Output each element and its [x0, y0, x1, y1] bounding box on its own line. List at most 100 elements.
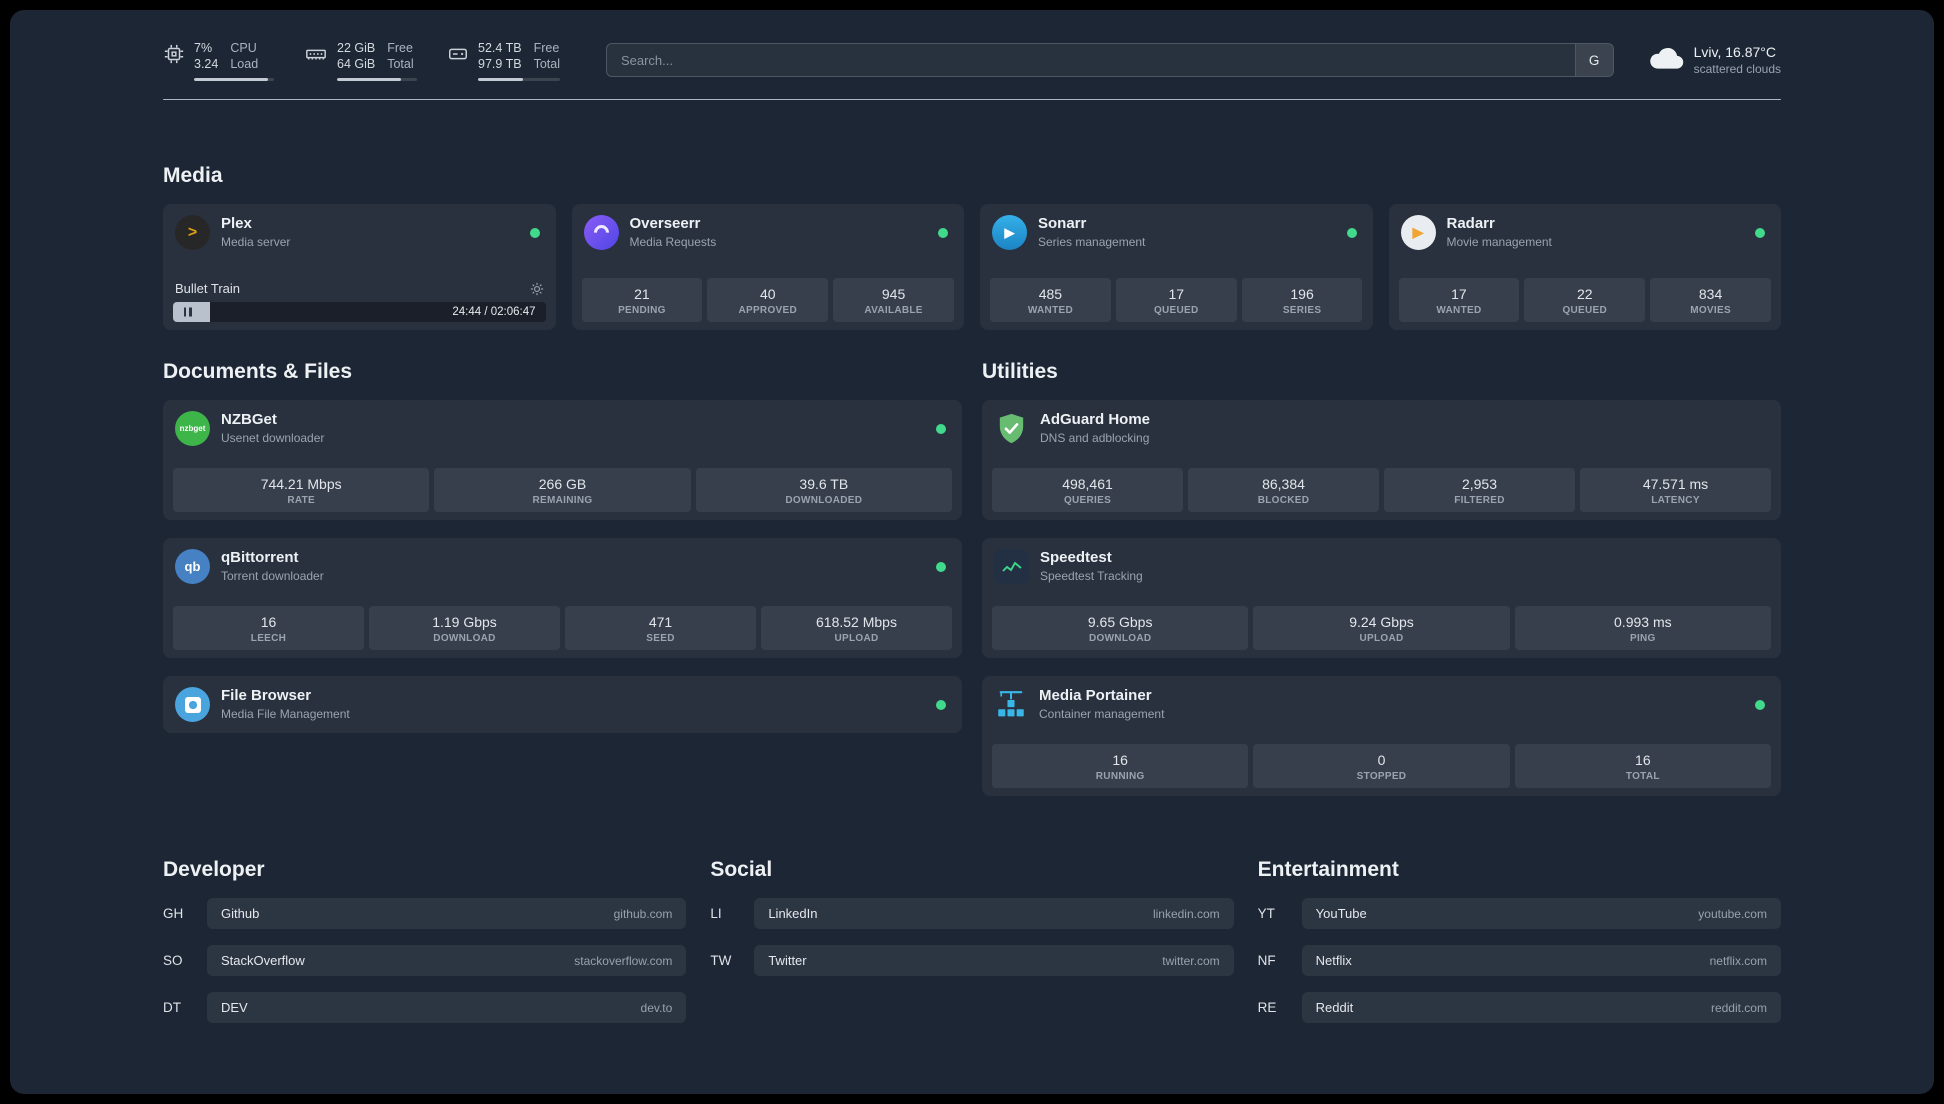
weather-condition: scattered clouds [1693, 62, 1781, 77]
bookmark-domain: youtube.com [1698, 906, 1767, 921]
bookmark-domain: github.com [613, 906, 673, 921]
overseerr-icon [583, 215, 619, 251]
stat-tile: 2,953 FILTERED [1384, 467, 1575, 512]
search-input[interactable] [606, 44, 1575, 77]
section-utilities: Utilities AdGuard Home DNS and adblockin… [982, 360, 1781, 796]
bookmark-group-developer: Developer GH Github github.com SO StackO… [163, 858, 687, 1023]
service-name: qBittorrent [221, 549, 299, 566]
dashboard: 7% 3.24 CPU Load 22 GiB 64 GiB Free Tota… [10, 10, 1934, 1094]
cloud-icon [1648, 45, 1684, 76]
service-desc: Container management [1039, 706, 1165, 721]
bookmark-abbr: LI [710, 906, 722, 921]
memory-progress-bar [337, 77, 417, 81]
service-card-nzbget[interactable]: nzbget NZBGet Usenet downloader 744.21 M… [163, 400, 962, 520]
bookmark-link-dev[interactable]: DEV dev.to [207, 992, 687, 1023]
service-card-sonarr[interactable]: ▶ Sonarr Series management 485 WANTED 17 Q… [980, 204, 1373, 330]
bookmark-youtube: YT YouTube youtube.com [1258, 898, 1781, 929]
service-card-plex[interactable]: > Plex Media server Bullet Train 24:44 /… [163, 204, 556, 330]
disk-widget: 52.4 TB 97.9 TB Free Total [447, 40, 560, 81]
bookmark-domain: dev.to [640, 1000, 673, 1015]
section-title-documents: Documents & Files [163, 360, 353, 383]
service-card-adguard[interactable]: AdGuard Home DNS and adblocking 498,461 Q… [982, 400, 1781, 520]
service-name: Speedtest [1040, 549, 1112, 566]
stat-tile: 485 WANTED [990, 277, 1111, 322]
weather-widget: Lviv, 16.87°C scattered clouds [1648, 44, 1781, 76]
stat-tile: 16 RUNNING [992, 743, 1249, 788]
plex-icon: > [175, 215, 210, 251]
radarr-icon: ▶ [1400, 215, 1436, 251]
stat-tile: 39.6 TB DOWNLOADED [695, 467, 952, 512]
service-card-qbittorrent[interactable]: qb qBittorrent Torrent downloader 16 LEEC… [163, 538, 962, 658]
section-title-social: Social [710, 858, 773, 881]
service-desc: Usenet downloader [221, 430, 325, 445]
service-name: Plex [221, 215, 252, 232]
service-name: Media Portainer [1039, 687, 1152, 704]
service-card-overseerr[interactable]: Overseerr Media Requests 21 PENDING 40 APP… [571, 204, 964, 330]
nzbget-icon: nzbget [175, 411, 210, 447]
bookmark-domain: stackoverflow.com [574, 953, 673, 968]
portainer-crane-icon [994, 688, 1028, 722]
disk-free-value: 52.4 TB [478, 41, 522, 55]
service-desc: DNS and adblocking [1040, 430, 1150, 445]
stat-tile: 744.21 Mbps RATE [173, 467, 430, 512]
service-name: Radarr [1446, 215, 1495, 232]
status-dot [1346, 227, 1357, 238]
stat-tile: 0.993 ms PING [1514, 605, 1771, 650]
stat-tile: 266 GB REMAINING [434, 467, 691, 512]
cpu-label: CPU [230, 41, 257, 55]
bookmark-link-youtube[interactable]: YouTube youtube.com [1301, 898, 1781, 929]
status-dot [936, 561, 946, 572]
section-title-media: Media [163, 164, 223, 187]
bookmark-link-netflix[interactable]: Netflix netflix.com [1301, 945, 1781, 976]
disk-progress-bar [478, 77, 560, 81]
service-card-filebrowser[interactable]: File Browser Media File Management [163, 676, 962, 734]
topbar-divider [163, 98, 1781, 100]
service-desc: Speedtest Tracking [1040, 568, 1143, 583]
bookmark-netflix: NF Netflix netflix.com [1258, 945, 1781, 976]
bookmark-link-github[interactable]: Github github.com [207, 898, 687, 929]
stat-tile: 86,384 BLOCKED [1188, 467, 1379, 512]
stat-tile: 47.571 ms LATENCY [1580, 467, 1771, 512]
playback-progress-bar[interactable]: 24:44 / 02:06:47 [173, 302, 546, 322]
service-name: AdGuard Home [1040, 411, 1151, 428]
service-desc: Torrent downloader [221, 568, 324, 583]
memory-widget: 22 GiB 64 GiB Free Total [304, 40, 417, 81]
bookmark-link-linkedin[interactable]: LinkedIn linkedin.com [754, 898, 1234, 929]
stat-tile: 17 QUEUED [1115, 277, 1237, 322]
stat-tile: 16 TOTAL [1514, 743, 1771, 788]
service-card-portainer[interactable]: Media Portainer Container management 16 R… [982, 676, 1781, 796]
disk-icon [447, 40, 469, 65]
service-card-speedtest[interactable]: Speedtest Speedtest Tracking 9.65 Gbps DO… [982, 538, 1781, 658]
stat-tile: 9.65 Gbps DOWNLOAD [992, 605, 1249, 650]
stat-tile: 471 SEED [565, 605, 756, 650]
status-dot [936, 423, 946, 434]
memory-total-value: 64 GiB [337, 57, 376, 72]
bookmark-name: StackOverflow [221, 953, 305, 968]
pause-icon[interactable] [182, 307, 193, 317]
service-desc: Series management [1038, 234, 1146, 249]
service-desc: Movie management [1446, 234, 1552, 249]
stat-tile: 498,461 QUERIES [992, 467, 1183, 512]
bookmark-abbr: YT [1257, 906, 1275, 921]
gear-icon[interactable] [530, 282, 544, 296]
disk-total-label: Total [533, 57, 560, 72]
service-card-radarr[interactable]: ▶ Radarr Movie management 17 WANTED 22 QUE… [1388, 204, 1781, 330]
bookmark-domain: netflix.com [1709, 953, 1767, 968]
bookmark-link-stackoverflow[interactable]: StackOverflow stackoverflow.com [207, 945, 687, 976]
bookmark-link-twitter[interactable]: Twitter twitter.com [754, 945, 1234, 976]
stat-tile: 40 APPROVED [707, 277, 829, 322]
disk-total-value: 97.9 TB [478, 57, 522, 72]
memory-total-label: Total [387, 57, 414, 72]
cpu-load-value: 3.24 [194, 57, 219, 72]
weather-location: Lviv, 16.87°C [1693, 44, 1776, 61]
filebrowser-icon [175, 687, 210, 723]
bookmark-link-reddit[interactable]: Reddit reddit.com [1301, 992, 1781, 1023]
bookmark-domain: reddit.com [1710, 1000, 1767, 1015]
search-provider-button[interactable]: G [1574, 44, 1613, 77]
bookmark-abbr: NF [1257, 953, 1276, 968]
service-name: File Browser [221, 687, 312, 704]
memory-icon [304, 40, 328, 65]
bookmark-name: LinkedIn [768, 906, 818, 921]
bookmark-github: GH Github github.com [163, 898, 687, 929]
bookmark-name: Twitter [768, 953, 807, 968]
